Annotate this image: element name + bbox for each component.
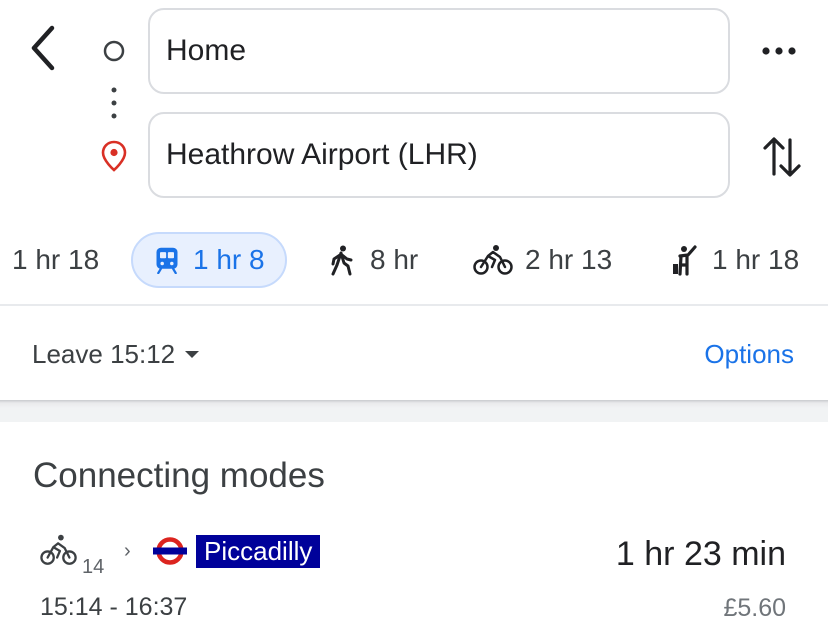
destination-text: Heathrow Airport (LHR) [166,138,478,171]
origin-circle-icon [103,40,125,62]
underground-roundel-icon [153,537,187,565]
back-button[interactable] [22,22,66,74]
leave-time-dropdown[interactable]: Leave 15:12 [32,334,200,374]
ride-hail-icon [673,245,697,276]
route-dots-icon [111,87,117,119]
tab-drive[interactable]: 1 hr 18 [12,232,99,288]
tab-ride-hail-label: 1 hr 18 [712,244,800,275]
chevron-right-icon: › [124,540,131,562]
origin-text: Home [166,34,247,67]
transit-icon [156,247,178,274]
route-price: £5.60 [723,594,786,622]
destination-pin-icon [101,140,127,172]
section-separator [0,400,828,422]
chevron-left-icon [31,25,55,71]
leave-time-label: Leave 15:12 [32,338,176,369]
tab-bike[interactable]: 2 hr 13 [473,232,612,288]
line-badge: Piccadilly [196,535,321,568]
travel-mode-tabs: 1 hr 18 1 hr 8 8 hr 2 hr 13 1 hr 18 [0,230,828,290]
section-title: Connecting modes [33,456,325,495]
route-times: 15:14 - 16:37 [40,593,188,621]
swap-button[interactable] [760,134,804,180]
tab-drive-label: 1 hr 18 [12,244,100,275]
options-label: Options [704,338,794,369]
options-button[interactable]: Options [704,334,794,374]
tab-walk-label: 8 hr [370,244,419,275]
destination-field[interactable]: Heathrow Airport (LHR) [148,112,730,198]
swap-vertical-icon [763,137,801,177]
line-name: Piccadilly [204,536,313,566]
route-duration: 1 hr 23 min [615,535,786,573]
tab-transit-label: 1 hr 8 [193,244,265,275]
origin-field[interactable]: Home [148,8,730,94]
walk-icon [331,245,353,276]
bike-minutes: 14 [82,556,105,578]
caret-down-icon [185,350,200,358]
divider [0,304,828,306]
more-options-button[interactable] [760,36,800,66]
bike-icon [473,245,513,275]
tab-transit[interactable]: 1 hr 8 [131,232,287,288]
bike-icon [40,534,77,565]
tab-ride-hail[interactable]: 1 hr 18 [668,232,799,288]
more-horizontal-icon [762,47,796,55]
tab-bike-label: 2 hr 13 [525,244,613,275]
tab-walk[interactable]: 8 hr [326,232,418,288]
